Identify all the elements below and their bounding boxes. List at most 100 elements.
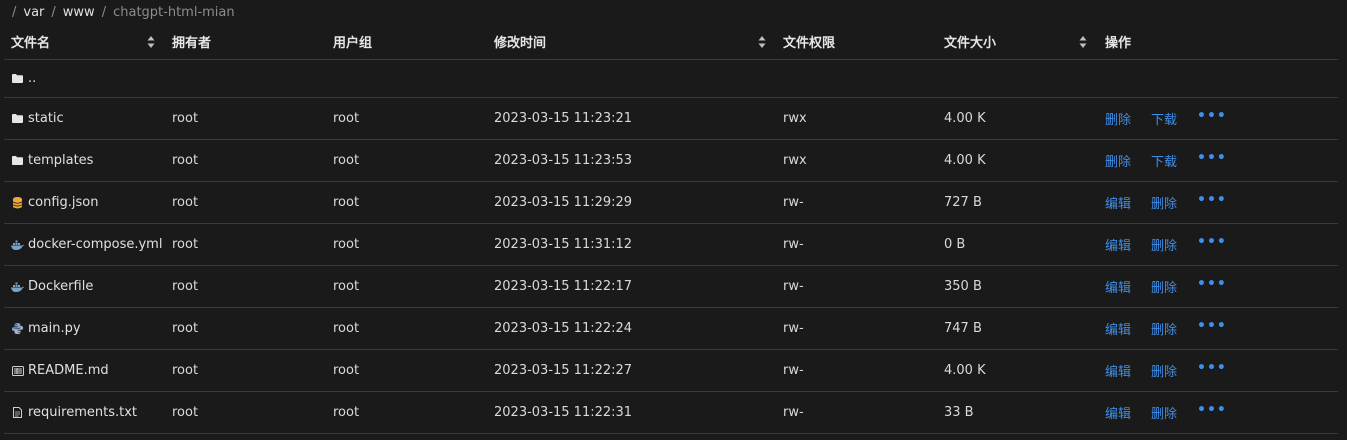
- file-modified-time: 2023-03-15 11:22:24: [494, 321, 633, 336]
- file-permission[interactable]: rw-: [783, 308, 933, 349]
- table-row[interactable]: static root root 2023-03-15 11:23:21 rwx…: [4, 98, 1338, 140]
- file-name-cell[interactable]: templates: [11, 140, 161, 181]
- file-name-cell[interactable]: README.md: [11, 350, 161, 391]
- file-owner[interactable]: root: [172, 182, 322, 223]
- parent-directory-row[interactable]: ..: [4, 60, 1338, 98]
- file-owner[interactable]: root: [172, 392, 322, 433]
- file-name-cell[interactable]: main.py: [11, 308, 161, 349]
- column-header-mtime[interactable]: 修改时间: [494, 23, 774, 59]
- file-permission[interactable]: rw-: [783, 266, 933, 307]
- table-row[interactable]: requirements.txt root root 2023-03-15 11…: [4, 392, 1338, 434]
- column-header-size[interactable]: 文件大小: [944, 23, 1094, 59]
- more-actions-icon[interactable]: •••: [1197, 192, 1227, 208]
- sort-icon[interactable]: [1079, 35, 1087, 49]
- more-actions-icon[interactable]: •••: [1197, 360, 1227, 376]
- file-modified-time: 2023-03-15 11:22:27: [494, 363, 633, 378]
- download-button[interactable]: 下载: [1151, 109, 1177, 128]
- delete-button[interactable]: 删除: [1151, 319, 1177, 338]
- table-row[interactable]: Dockerfile root root 2023-03-15 11:22:17…: [4, 266, 1338, 308]
- file-group[interactable]: root: [333, 224, 483, 265]
- file-owner[interactable]: root: [172, 98, 322, 139]
- more-actions-icon[interactable]: •••: [1197, 108, 1227, 124]
- file-group[interactable]: root: [333, 182, 483, 223]
- breadcrumb-separator: /: [51, 4, 56, 20]
- more-actions-icon[interactable]: •••: [1197, 276, 1227, 292]
- delete-button[interactable]: 删除: [1151, 403, 1177, 422]
- file-group[interactable]: root: [333, 140, 483, 181]
- column-header-actions: 操作: [1105, 35, 1132, 51]
- more-actions-icon[interactable]: •••: [1197, 402, 1227, 418]
- edit-button[interactable]: 编辑: [1105, 193, 1131, 212]
- breadcrumb-item-www[interactable]: www: [63, 5, 95, 20]
- more-actions-icon[interactable]: •••: [1197, 234, 1227, 250]
- file-name-cell[interactable]: requirements.txt: [11, 392, 161, 433]
- row-actions: 编辑 删除 •••: [1105, 266, 1305, 307]
- file-owner[interactable]: root: [172, 350, 322, 391]
- file-group[interactable]: root: [333, 266, 483, 307]
- file-permission[interactable]: rw-: [783, 392, 933, 433]
- column-header-name[interactable]: 文件名: [11, 23, 161, 59]
- file-name[interactable]: docker-compose.yml: [28, 237, 162, 252]
- edit-button[interactable]: 编辑: [1105, 403, 1131, 422]
- table-row[interactable]: config.json root root 2023-03-15 11:29:2…: [4, 182, 1338, 224]
- file-owner[interactable]: root: [172, 266, 322, 307]
- file-group[interactable]: root: [333, 98, 483, 139]
- file-size: 747 B: [944, 321, 982, 336]
- file-group[interactable]: root: [333, 308, 483, 349]
- parent-directory-cell[interactable]: ..: [11, 60, 161, 97]
- file-name-cell[interactable]: Dockerfile: [11, 266, 161, 307]
- file-name[interactable]: Dockerfile: [28, 279, 93, 294]
- file-owner[interactable]: root: [172, 224, 322, 265]
- delete-button[interactable]: 删除: [1151, 193, 1177, 212]
- file-name[interactable]: static: [28, 111, 64, 126]
- file-group[interactable]: root: [333, 350, 483, 391]
- breadcrumb-separator: /: [12, 4, 17, 20]
- folder-icon: [11, 72, 24, 85]
- file-size: 4.00 K: [944, 111, 986, 126]
- file-name[interactable]: README.md: [28, 363, 109, 378]
- edit-button[interactable]: 编辑: [1105, 361, 1131, 380]
- delete-button[interactable]: 删除: [1105, 151, 1131, 170]
- edit-button[interactable]: 编辑: [1105, 319, 1131, 338]
- delete-button[interactable]: 删除: [1151, 277, 1177, 296]
- file-owner[interactable]: root: [172, 308, 322, 349]
- file-name[interactable]: requirements.txt: [28, 405, 137, 420]
- more-actions-icon[interactable]: •••: [1197, 318, 1227, 334]
- table-row[interactable]: templates root root 2023-03-15 11:23:53 …: [4, 140, 1338, 182]
- delete-button[interactable]: 删除: [1151, 361, 1177, 380]
- row-actions: 编辑 删除 •••: [1105, 392, 1305, 433]
- table-row[interactable]: main.py root root 2023-03-15 11:22:24 rw…: [4, 308, 1338, 350]
- docker-icon: [11, 280, 24, 293]
- file-permission[interactable]: rw-: [783, 182, 933, 223]
- edit-button[interactable]: 编辑: [1105, 277, 1131, 296]
- breadcrumb-item-var[interactable]: var: [23, 5, 44, 20]
- sort-icon[interactable]: [147, 35, 155, 49]
- file-permission[interactable]: rw-: [783, 350, 933, 391]
- download-button[interactable]: 下载: [1151, 151, 1177, 170]
- row-actions: 删除 下载 •••: [1105, 98, 1305, 139]
- file-permission[interactable]: rwx: [783, 98, 933, 139]
- delete-button[interactable]: 删除: [1151, 235, 1177, 254]
- edit-button[interactable]: 编辑: [1105, 235, 1131, 254]
- parent-directory-link[interactable]: ..: [28, 71, 36, 86]
- file-permission[interactable]: rw-: [783, 224, 933, 265]
- sort-icon[interactable]: [758, 35, 766, 49]
- file-modified-time: 2023-03-15 11:31:12: [494, 237, 633, 252]
- file-name-cell[interactable]: config.json: [11, 182, 161, 223]
- file-name[interactable]: templates: [28, 153, 93, 168]
- table-row[interactable]: docker-compose.yml root root 2023-03-15 …: [4, 224, 1338, 266]
- file-name-cell[interactable]: static: [11, 98, 161, 139]
- file-size: 0 B: [944, 237, 966, 252]
- file-name[interactable]: config.json: [28, 195, 99, 210]
- file-size: 4.00 K: [944, 153, 986, 168]
- file-name-cell[interactable]: docker-compose.yml: [11, 224, 162, 265]
- column-header-permission: 文件权限: [783, 35, 836, 51]
- file-permission[interactable]: rwx: [783, 140, 933, 181]
- file-owner[interactable]: root: [172, 140, 322, 181]
- file-group[interactable]: root: [333, 392, 483, 433]
- file-name[interactable]: main.py: [28, 321, 81, 336]
- table-row[interactable]: README.md root root 2023-03-15 11:22:27 …: [4, 350, 1338, 392]
- more-actions-icon[interactable]: •••: [1197, 150, 1227, 166]
- row-actions: 编辑 删除 •••: [1105, 182, 1305, 223]
- delete-button[interactable]: 删除: [1105, 109, 1131, 128]
